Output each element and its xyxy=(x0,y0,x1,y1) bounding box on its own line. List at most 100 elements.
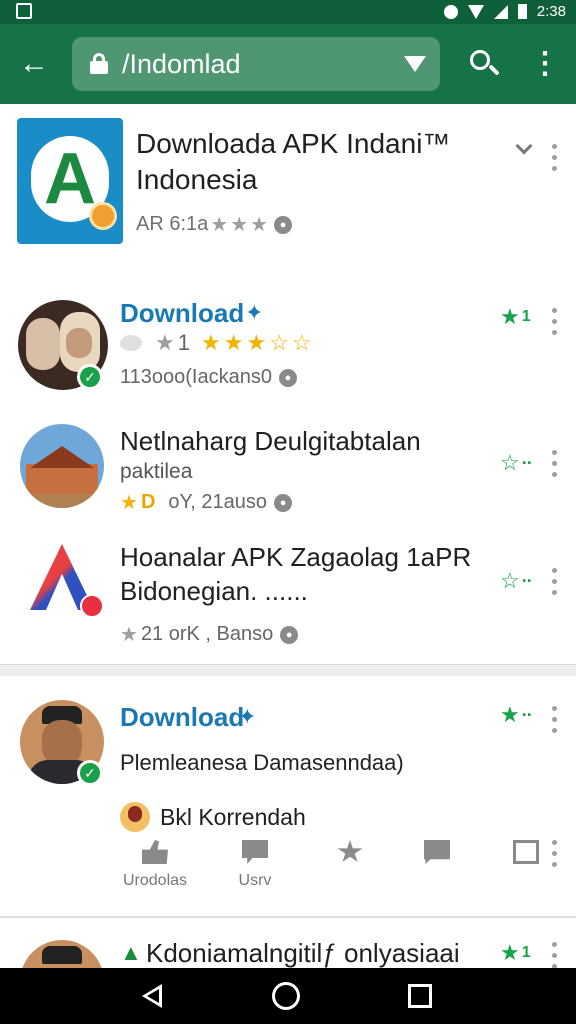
info-icon: ● xyxy=(274,215,293,234)
star-icon: ★ xyxy=(223,330,244,355)
message-icon xyxy=(424,840,450,864)
notification-icon xyxy=(16,3,32,19)
lock-icon xyxy=(90,53,108,74)
item-title: Kdoniamalngitilƒ onlyasiaai xyxy=(146,938,460,968)
post-text: Plemleanesa Damasenndaa) xyxy=(120,750,404,775)
item-meta: ★ D oY, 21auso ● xyxy=(120,490,293,515)
star-icon: ★ xyxy=(120,624,138,646)
app-icon: ▲ xyxy=(120,940,142,965)
item-rating: ★ 1 ★ ★ ★ ☆ ☆ xyxy=(120,330,312,356)
app-bar: ← /Indomlad ⋮ xyxy=(0,24,576,104)
star-icon: ★ xyxy=(230,214,249,236)
item-meta: 113ooo(Iackans0 ● xyxy=(120,366,297,389)
star-icon xyxy=(337,840,363,862)
rating-trail[interactable]: ☆ ·· xyxy=(500,568,533,594)
info-icon: ● xyxy=(280,625,299,644)
star-outline-icon: ☆ xyxy=(291,330,312,355)
rating-trail[interactable]: ★ 1 xyxy=(500,940,531,966)
signal-icon xyxy=(493,4,508,19)
more-options-icon[interactable] xyxy=(550,568,558,595)
search-icon[interactable] xyxy=(464,44,504,84)
star-icon: ★ xyxy=(155,330,175,355)
more-options-icon[interactable] xyxy=(550,308,558,335)
star-outline-icon: ☆ xyxy=(269,330,289,355)
item-title: Netlnaharg Deulgitabtalan xyxy=(120,426,421,456)
more-options-icon[interactable] xyxy=(550,942,558,968)
more-dots-icon: ·· xyxy=(521,570,533,591)
like-button[interactable]: Urodolas xyxy=(115,840,195,890)
list-item[interactable]: Hoanalar APK Zagaolag 1aPR Bidonegian. .… xyxy=(0,530,576,660)
commenter-avatar xyxy=(120,802,150,832)
comment-button[interactable]: Usrv xyxy=(215,840,295,890)
more-dots-icon: ·· xyxy=(521,704,533,725)
app-icon: A xyxy=(17,118,123,244)
search-query[interactable]: /Indomlad xyxy=(122,49,241,80)
star-icon: ★ xyxy=(250,214,269,236)
verified-badge-icon: ✓ xyxy=(77,760,103,786)
list-item[interactable]: ▲ Kdoniamalngitilƒ onlyasiaai ★ 1 xyxy=(0,930,576,968)
avatar xyxy=(20,424,104,508)
message-button[interactable] xyxy=(397,840,477,872)
avatar xyxy=(20,940,104,968)
star-icon: ★ xyxy=(200,330,221,355)
verified-badge-icon: ✓ xyxy=(77,364,103,390)
battery-icon xyxy=(517,4,527,19)
nav-recents-icon[interactable] xyxy=(408,984,432,1008)
app-logo-icon xyxy=(26,540,106,620)
star-icon: ★ xyxy=(500,304,520,329)
more-options-icon[interactable] xyxy=(550,450,558,477)
star-outline-icon: ☆ xyxy=(500,450,520,475)
favorite-button[interactable] xyxy=(310,840,390,872)
more-options-icon[interactable] xyxy=(550,706,558,733)
grid-icon xyxy=(513,840,539,864)
rating-trail[interactable]: ★ 1 xyxy=(500,304,531,330)
star-icon: ★ xyxy=(500,940,520,965)
search-box[interactable]: /Indomlad xyxy=(72,37,440,91)
rating-number: 1 xyxy=(177,330,190,355)
status-icons: 2:38 xyxy=(443,3,566,20)
thumbs-up-icon xyxy=(142,840,168,864)
verified-icon: ✦ xyxy=(238,704,257,729)
sync-icon xyxy=(443,4,458,19)
info-icon: ● xyxy=(274,493,293,512)
featured-app[interactable]: A Downloada APK Indani™ Indonesia AR 6:1… xyxy=(0,104,576,264)
more-options-icon[interactable] xyxy=(550,144,558,171)
post-title: Download xyxy=(120,702,245,732)
rating-trail[interactable]: ☆ ·· xyxy=(500,450,533,476)
app-badge-icon xyxy=(89,202,117,230)
list-item[interactable]: ✓ Download ✦ ★ 1 ★ ★ ★ ☆ ☆ 113ooo(Iackan… xyxy=(0,290,576,400)
featured-app-meta: AR 6:1a xyxy=(136,213,209,235)
comment-icon xyxy=(242,840,268,864)
dropdown-arrow-icon[interactable] xyxy=(404,56,426,72)
featured-app-title: Downloada APK Indani™ Indonesia xyxy=(136,128,451,195)
item-meta: ★ 21 orK , Banso ● xyxy=(120,622,299,647)
star-icon: ★ xyxy=(120,492,138,514)
star-icon: ★ xyxy=(210,214,229,236)
verified-icon: ✦ xyxy=(245,300,264,325)
divider xyxy=(0,916,576,918)
wifi-icon xyxy=(467,4,484,19)
overflow-menu-icon[interactable]: ⋮ xyxy=(530,44,560,84)
more-dots-icon: ·· xyxy=(521,452,533,473)
status-bar: 2:38 xyxy=(0,0,576,24)
section-divider xyxy=(0,664,576,676)
post-actions: Urodolas Usrv xyxy=(0,840,576,900)
star-outline-icon: ☆ xyxy=(500,568,520,593)
item-title: Download xyxy=(120,298,245,328)
nav-home-icon[interactable] xyxy=(272,982,300,1010)
bubble-icon xyxy=(120,335,142,351)
comment-author: Bkl Korrendah xyxy=(160,804,306,830)
expand-chevron-icon[interactable] xyxy=(514,137,534,160)
back-arrow-icon[interactable]: ← xyxy=(14,44,54,84)
more-options-icon[interactable] xyxy=(550,840,558,867)
star-icon: ★ xyxy=(246,330,267,355)
status-time: 2:38 xyxy=(536,3,566,20)
info-icon: ● xyxy=(278,368,297,387)
system-nav-bar xyxy=(0,968,576,1024)
item-title: Hoanalar APK Zagaolag 1aPR Bidonegian. .… xyxy=(120,542,472,606)
rating-trail[interactable]: ★ ·· xyxy=(500,702,533,728)
list-item[interactable]: Netlnaharg Deulgitabtalan paktilea ★ D o… xyxy=(0,412,576,522)
item-subtitle: paktilea xyxy=(120,460,193,483)
star-icon: ★ xyxy=(500,702,520,727)
featured-app-rating: AR 6:1a ★ ★ ★ ● xyxy=(136,212,293,237)
